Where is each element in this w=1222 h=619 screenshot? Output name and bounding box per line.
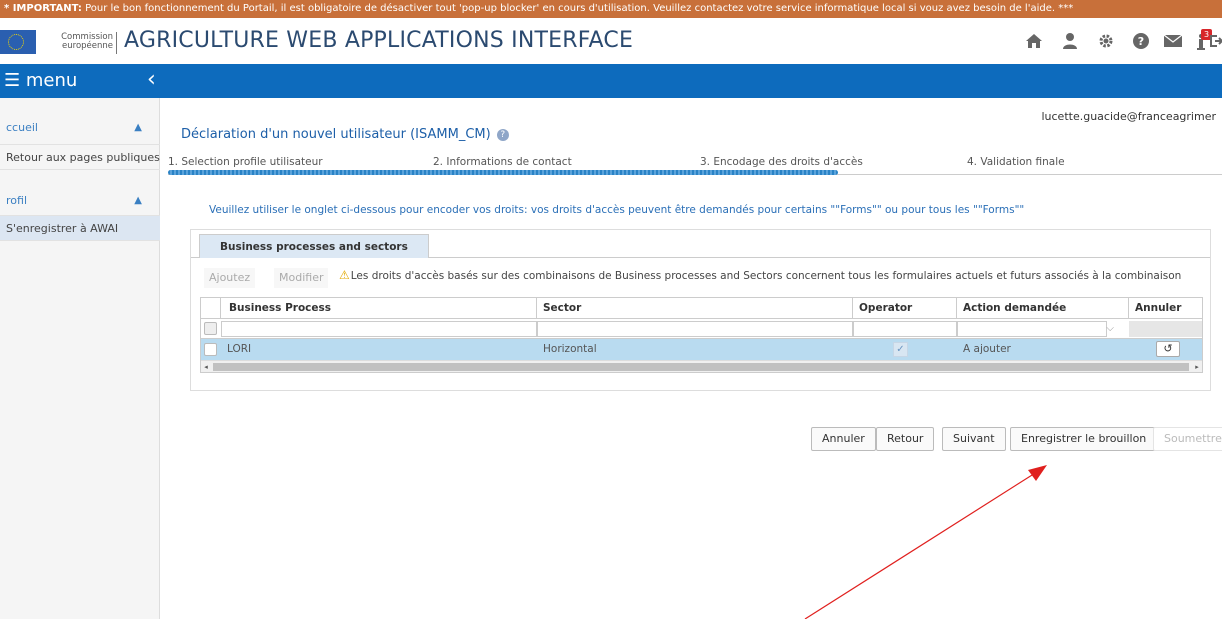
collapse-triangle-icon[interactable]: ▲ [134,114,142,142]
scroll-right-icon[interactable]: ▸ [1192,361,1202,373]
step-4: 4. Validation finale [967,156,1065,168]
collapse-triangle-icon[interactable]: ▲ [134,187,142,215]
menu-toggle[interactable]: ☰ menu [4,70,77,92]
scrollbar-thumb[interactable] [213,363,1189,371]
modify-button[interactable]: Modifier [274,268,329,288]
mail-icon[interactable] [1163,32,1183,52]
grid-header-annuler[interactable]: Annuler [1129,298,1202,318]
warning-banner: * IMPORTANT: Pour le bon fonctionnement … [0,0,1222,18]
hamburger-icon: ☰ [4,70,21,91]
warning-text: Les droits d'accès basés sur des combina… [350,270,1182,282]
svg-text:?: ? [1138,35,1144,48]
app-header: Commission européenne AGRICULTURE WEB AP… [0,18,1222,64]
home-icon[interactable] [1024,32,1044,52]
menu-label: menu [25,70,78,91]
grid-header-sector[interactable]: Sector [537,298,853,318]
step-1: 1. Selection profile utilisateur [168,156,323,168]
grid-filter-row: ⌵ [201,319,1202,339]
horizontal-scrollbar[interactable]: ◂ ▸ [201,360,1202,372]
tab-business-processes[interactable]: Business processes and sectors [199,234,429,258]
select-all-checkbox[interactable] [204,322,217,335]
grid-header-select [201,298,221,318]
warning-icon: ⚠ [339,268,350,282]
help-icon[interactable]: ? [1131,32,1151,52]
grid-header-action[interactable]: Action demandée [957,298,1129,318]
cell-business-process: LORI [227,343,252,355]
scroll-left-icon[interactable]: ◂ [201,361,211,373]
grid-header-business-process[interactable]: Business Process [221,298,537,318]
submit-button[interactable]: Soumettre [1153,427,1222,451]
collapse-menu-icon[interactable]: ‹ [147,67,156,93]
grid-header-row: Business Process Sector Operator Action … [201,298,1202,319]
user-icon[interactable] [1060,32,1080,52]
save-draft-button[interactable]: Enregistrer le brouillon [1010,427,1158,451]
info-text: Veuillez utiliser le onglet ci-dessous p… [209,204,1025,216]
row-checkbox[interactable] [204,343,217,356]
cell-sector: Horizontal [543,343,597,355]
sidebar-section-accueil[interactable]: ccueil ▲ [0,114,160,142]
rights-panel: Business processes and sectors Ajoutez M… [190,229,1211,391]
app-title: AGRICULTURE WEB APPLICATIONS INTERFACE [124,28,634,53]
table-row[interactable]: LORI Horizontal ✓ A ajouter ↺ [201,339,1202,360]
gear-icon[interactable] [1096,32,1116,52]
grid-header-operator[interactable]: Operator [853,298,957,318]
banner-label: * IMPORTANT: [4,3,82,14]
user-email: lucette.guacide@franceagrimer [1041,110,1216,123]
page-title: Déclaration d'un nouvel utilisateur (ISA… [181,127,509,142]
cell-action: A ajouter [963,343,1011,355]
filter-annuler-cell [1129,321,1202,337]
step-3: 3. Encodage des droits d'accès [700,156,863,168]
filter-operator-input[interactable] [853,321,957,337]
wizard-progress-bar [168,170,838,175]
operator-checkbox[interactable]: ✓ [893,342,908,357]
help-circle-icon[interactable]: ? [496,129,509,141]
eu-flag-icon [0,30,36,54]
sidebar: ccueil ▲ Retour aux pages publiques rofi… [0,98,160,619]
page-title-text: Déclaration d'un nouvel utilisateur (ISA… [181,127,491,142]
sidebar-item-enregistrer[interactable]: S'enregistrer à AWAI [0,215,160,241]
undo-icon[interactable]: ↺ [1156,341,1180,357]
sidebar-section-profil[interactable]: rofil ▲ [0,187,160,215]
sidebar-section-label: ccueil [6,121,38,134]
menu-bar: ☰ menu ‹ [0,64,1222,98]
rights-grid: Business Process Sector Operator Action … [200,297,1203,373]
banner-text: Pour le bon fonctionnement du Portail, i… [85,3,1074,14]
cancel-button[interactable]: Annuler [811,427,876,451]
warning-message: ⚠Les droits d'accès basés sur des combin… [339,268,1181,282]
add-button[interactable]: Ajoutez [204,268,256,288]
filter-action-select[interactable]: ⌵ [957,321,1114,337]
logout-icon[interactable] [1207,32,1222,52]
logo-separator [116,32,117,54]
filter-business-process-input[interactable] [221,321,537,337]
sidebar-section-label: rofil [6,194,27,207]
commission-logo: Commission européenne [58,33,113,51]
panel-tab-bar: Business processes and sectors [191,230,1210,258]
filter-sector-input[interactable] [537,321,853,337]
step-2: 2. Informations de contact [433,156,572,168]
chevron-down-icon: ⌵ [1106,323,1114,334]
sidebar-item-retour[interactable]: Retour aux pages publiques [0,144,160,170]
commission-line2: européenne [62,41,113,51]
back-button[interactable]: Retour [876,427,935,451]
next-button[interactable]: Suivant [942,427,1006,451]
